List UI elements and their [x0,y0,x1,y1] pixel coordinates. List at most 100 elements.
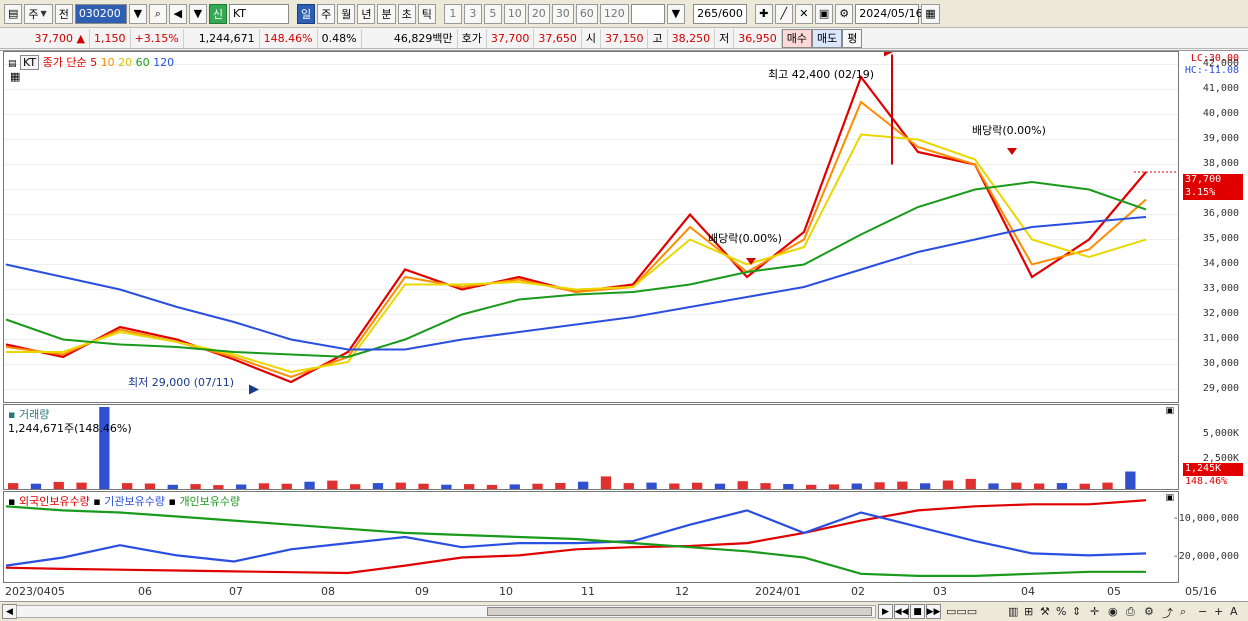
code-dropdown-icon[interactable]: ▼ [128,3,147,24]
rewind-icon[interactable]: ◀◀ [894,604,909,619]
bar-chart-icon[interactable]: ▥ [1008,605,1018,618]
auto-scale-icon[interactable]: A [1230,605,1238,618]
date-input[interactable]: 2024/05/16 [855,3,923,24]
period-month-tab[interactable]: 월 [337,3,356,24]
x-label-2023-04: 2023/04 [5,585,51,598]
legend-institution: 기관보유수량 [104,495,165,508]
search-icon[interactable]: ⌕ [148,3,167,24]
interval-dropdown-icon[interactable]: ▼ [666,3,685,24]
volume-bar [327,480,338,489]
buy-button[interactable]: 매수 [781,28,812,48]
fast-forward-icon[interactable]: ▶▶ [926,604,941,619]
legend-ma60: 60 [135,56,150,69]
print-icon[interactable]: ⎙ [1126,605,1135,619]
sell-button[interactable]: 매도 [811,28,843,48]
interval-60-button[interactable]: 60 [575,3,598,24]
stop-icon[interactable]: ■ [910,604,925,619]
period-year-tab[interactable]: 년 [357,3,376,24]
stock-code-input[interactable]: 030200 [74,3,127,24]
crosshair-icon[interactable]: ✚ [754,3,773,24]
zoom-in-icon[interactable]: + [1214,605,1223,618]
grid-table-icon[interactable]: ▦ [10,70,20,83]
price-ytick: 30,000 [1202,357,1239,369]
ma-line-20 [6,133,1147,374]
custom-interval-input[interactable] [630,3,665,24]
volume-bar [920,483,931,489]
stock-name-field[interactable]: KT [228,3,289,24]
scale-icon[interactable]: ⇕ [1072,605,1081,618]
compare-icon[interactable]: ⊞ [1024,605,1033,618]
interval-120-button[interactable]: 120 [599,3,629,24]
price-axis: LC:30.00 HC:-11.08 42,000 41,000 40,000 39,… [1179,51,1245,403]
speaker-icon[interactable]: ◀ [168,3,187,24]
price-ytick: 32,000 [1202,307,1239,319]
calendar-icon[interactable]: ▦ [921,3,940,24]
interval-5-button[interactable]: 5 [483,3,502,24]
x-label-12: 12 [675,585,689,598]
volume-bar [942,480,954,489]
turnover-rate: 0.48% [318,28,362,48]
volume-bar [806,484,817,489]
holding-close-icon[interactable]: ▣ [1165,493,1174,503]
scrollbar-thumb[interactable] [487,607,872,616]
scroll-right-icon[interactable]: ▶ [878,604,893,619]
volume-current-badge: 1,245K [1183,463,1243,476]
chevron-down-icon: ▼ [40,9,47,18]
ma-line-60 [5,180,1147,359]
interval-1-button[interactable]: 1 [443,3,462,24]
volume-bar [8,483,19,489]
volume-bar [190,484,201,489]
price-change: 1,150 [90,28,131,48]
tools-icon[interactable]: ⚒ [1040,605,1050,618]
gear-bottom-icon[interactable]: ⚙ [1144,605,1154,618]
eval-button[interactable]: 평 [842,28,863,48]
interval-3-button[interactable]: 3 [463,3,482,24]
crosshair-tool-icon[interactable]: ✛ [1090,605,1099,618]
prev-button[interactable]: 전 [54,3,73,24]
holding-pane[interactable]: ▪ 외국인보유수량 ▪ 기관보유수량 ▪ 개인보유수량 ▣ [3,491,1179,583]
count-input[interactable]: 265/600 [692,3,747,24]
stock-list-chevron-icon[interactable]: ▼ [188,3,207,24]
x-label-02: 02 [851,585,865,598]
clear-icon[interactable]: ✕ [794,3,813,24]
volume-bar [1102,482,1113,489]
volume-bar [30,483,42,489]
price-ytick: 34,000 [1202,257,1239,269]
ma-line-120 [5,216,1147,351]
period-week-tab[interactable]: 주 [317,3,336,24]
price-ytick: 31,000 [1202,332,1239,344]
zoom-icon[interactable]: ⌕ [1180,605,1186,619]
x-label-09: 09 [415,585,429,598]
current-pct-badge: 3.15% [1183,187,1243,200]
pane-menu-icon[interactable]: ▤ [8,59,17,69]
period-second-tab[interactable]: 초 [397,3,416,24]
volume-value-label: 1,244,671주(148.46%) [8,422,132,435]
up-arrow-icon: ▲ [76,31,85,45]
interval-30-button[interactable]: 30 [551,3,574,24]
period-tick-tab[interactable]: 틱 [417,3,436,24]
period-minute-tab[interactable]: 분 [377,3,396,24]
legend-individual: 개인보유수량 [179,495,241,508]
chart-scrollbar[interactable] [16,605,876,618]
gear-icon[interactable]: ⚙ [835,3,854,24]
window-menu-icon[interactable]: ▤ [4,3,23,24]
zoom-out-icon[interactable]: − [1198,605,1207,618]
volume-bar [1034,483,1045,489]
camera-icon[interactable]: ◉ [1108,605,1118,618]
interval-10-button[interactable]: 10 [503,3,526,24]
legend-ma120: 120 [153,56,175,69]
scroll-left-icon[interactable]: ◀ [2,604,17,619]
save-icon[interactable]: ▣ [814,3,834,24]
volume-close-icon[interactable]: ▣ [1165,406,1174,416]
high-annotation: 최고 42,400 (02/19) [768,68,875,81]
draw-line-icon[interactable]: ╱ [774,3,793,24]
ratio-icon[interactable]: % [1056,605,1066,618]
volume-pane[interactable]: ▪ 거래량 1,244,671주(148.46%) ▣ [3,404,1179,490]
zoom-slider-icon[interactable]: ▭▭▭ [946,605,977,618]
period-day-tab[interactable]: 일 [296,3,316,24]
interval-20-button[interactable]: 20 [527,3,550,24]
period-mode-select[interactable]: 주 ▼ [24,3,53,24]
price-pane[interactable]: ▤ KT 종가 단순 5 10 20 60 120 ▦ 최고 42,400 (0… [3,51,1179,403]
price-ytick: 39,000 [1202,132,1239,144]
export-icon[interactable]: ⤴ [1162,605,1173,621]
